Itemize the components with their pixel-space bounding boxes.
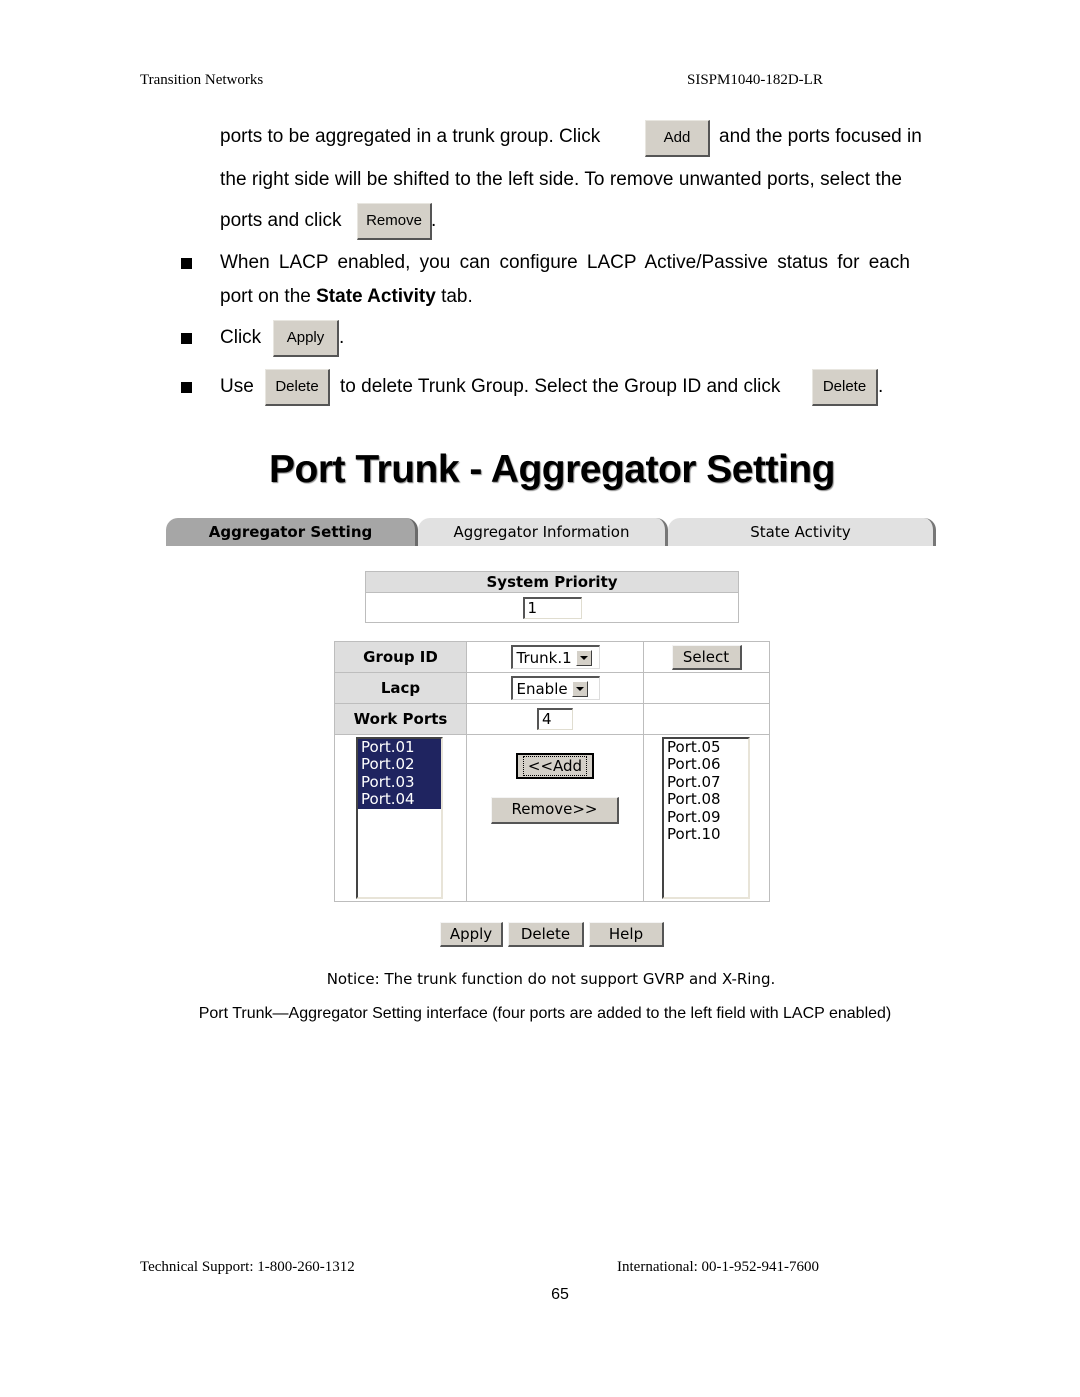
bullet-2-pre: Click xyxy=(220,327,262,348)
list-item[interactable]: Port.08 xyxy=(664,790,748,808)
delete-button-illustration-2: Delete xyxy=(812,369,878,406)
system-priority-cell: 1 xyxy=(365,592,739,623)
list-item[interactable]: Port.03 xyxy=(358,773,441,792)
tab-state-activity[interactable]: State Activity xyxy=(668,518,936,546)
system-priority-table: System Priority 1 xyxy=(365,571,739,623)
remove-ports-button[interactable]: Remove>> xyxy=(491,797,619,824)
group-id-value: Trunk.1 xyxy=(516,648,572,667)
left-ports-cell: Port.01 Port.02 Port.03 Port.04 xyxy=(334,734,467,902)
select-button[interactable]: Select xyxy=(671,644,742,670)
trunk-config-table: Group ID Trunk.1 Select Lacp Enable Work… xyxy=(334,641,770,902)
lacp-label: Lacp xyxy=(334,672,467,704)
para-line-1: ports to be aggregated in a trunk group.… xyxy=(220,126,600,148)
bullet-1-post: tab. xyxy=(435,286,473,307)
work-ports-cell: 4 xyxy=(466,703,644,735)
list-item[interactable]: Port.07 xyxy=(664,773,748,791)
select-cell: Select xyxy=(643,641,770,673)
footer-support: Technical Support: 1-800-260-1312 xyxy=(140,1259,355,1275)
bullet-icon xyxy=(181,258,192,269)
right-ports-cell: Port.05 Port.06 Port.07 Port.08 Port.09 … xyxy=(643,734,770,902)
chevron-down-icon[interactable] xyxy=(571,680,588,697)
para-line-1-pre: ports to be aggregated in a trunk group.… xyxy=(220,126,601,147)
header-model: SISPM1040-182D-LR xyxy=(687,72,823,88)
bullet-icon xyxy=(181,333,192,344)
bullet-3-pre: Use xyxy=(220,376,254,397)
move-buttons-cell: <<Add Remove>> xyxy=(466,734,644,902)
group-id-select[interactable]: Trunk.1 xyxy=(510,645,600,669)
empty-cell xyxy=(643,703,770,735)
tab-aggregator-information[interactable]: Aggregator Information xyxy=(418,518,668,546)
lacp-value: Enable xyxy=(516,679,568,698)
para-line-3-pre: ports and click xyxy=(220,210,342,231)
bullet-icon xyxy=(181,382,192,393)
add-button-illustration: Add xyxy=(645,120,710,157)
bullet-1-line-a: When LACP enabled, you can configure LAC… xyxy=(220,252,910,273)
delete-button[interactable]: Delete xyxy=(508,922,584,947)
bullet-3-post: . xyxy=(878,376,884,397)
bullet-2-post: . xyxy=(339,327,345,348)
list-item[interactable]: Port.05 xyxy=(664,738,748,756)
lacp-cell: Enable xyxy=(466,672,644,704)
group-id-cell: Trunk.1 xyxy=(466,641,644,673)
para-line-2: the right side will be shifted to the le… xyxy=(220,169,902,190)
available-ports-list[interactable]: Port.05 Port.06 Port.07 Port.08 Port.09 … xyxy=(662,737,750,899)
empty-cell xyxy=(643,672,770,704)
chevron-down-icon[interactable] xyxy=(575,649,592,666)
list-item[interactable]: Port.04 xyxy=(358,790,441,809)
system-priority-input[interactable]: 1 xyxy=(522,596,582,619)
add-ports-label: <<Add xyxy=(522,756,588,776)
figure-caption: Port Trunk—Aggregator Setting interface … xyxy=(198,1005,892,1022)
list-item[interactable]: Port.10 xyxy=(664,825,748,843)
bullet-1-pre: port on the xyxy=(220,286,317,307)
header-company: Transition Networks xyxy=(140,72,264,88)
para-line-3-post: . xyxy=(431,210,437,231)
delete-button-illustration: Delete xyxy=(265,369,330,406)
lacp-select[interactable]: Enable xyxy=(510,676,600,700)
page-title: Port Trunk - Aggregator Setting xyxy=(269,448,835,491)
para-line-1-post: and the ports focused in xyxy=(719,126,922,147)
bullet-1-line-b: port on the State Activity tab. xyxy=(220,286,473,308)
bullet-1-bold: State Activity xyxy=(316,286,436,307)
page-number: 65 xyxy=(551,1286,569,1303)
list-item[interactable]: Port.02 xyxy=(358,755,441,774)
tab-bar: Aggregator Setting Aggregator Informatio… xyxy=(166,518,936,546)
apply-button-illustration: Apply xyxy=(273,320,339,357)
help-button[interactable]: Help xyxy=(589,922,664,947)
list-item[interactable]: Port.06 xyxy=(664,755,748,773)
group-id-label: Group ID xyxy=(334,641,467,673)
add-ports-button[interactable]: <<Add xyxy=(516,753,594,779)
list-item[interactable]: Port.01 xyxy=(358,738,441,757)
work-ports-label: Work Ports xyxy=(334,703,467,735)
tab-aggregator-setting[interactable]: Aggregator Setting xyxy=(166,518,418,546)
remove-button-illustration: Remove xyxy=(357,203,432,240)
work-ports-input[interactable]: 4 xyxy=(537,708,573,730)
bullet-3-mid: to delete Trunk Group. Select the Group … xyxy=(340,376,781,397)
notice-text: Notice: The trunk function do not suppor… xyxy=(326,970,776,988)
list-item[interactable]: Port.09 xyxy=(664,808,748,826)
apply-button[interactable]: Apply xyxy=(440,922,503,947)
footer-international: International: 00-1-952-941-7600 xyxy=(617,1259,820,1275)
system-priority-label: System Priority xyxy=(365,571,739,593)
aggregated-ports-list[interactable]: Port.01 Port.02 Port.03 Port.04 xyxy=(356,737,443,899)
